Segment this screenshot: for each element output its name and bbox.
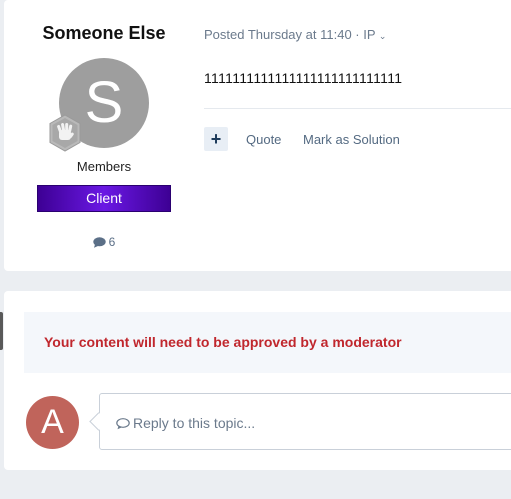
current-user-avatar[interactable]: A <box>26 396 79 449</box>
author-name[interactable]: Someone Else <box>4 23 204 44</box>
reply-placeholder-text: Reply to this topic... <box>133 415 256 431</box>
post-content: 1111111111111111111111111111 <box>204 70 403 86</box>
chevron-down-icon: ⌄ <box>378 31 387 41</box>
post-divider <box>204 108 511 109</box>
comment-outline-icon <box>116 418 130 430</box>
quote-button[interactable]: Quote <box>246 132 281 147</box>
post-meta[interactable]: Posted Thursday at 11:40 · IP ⌄ <box>204 27 386 42</box>
post-count[interactable]: 6 <box>4 235 204 249</box>
post-count-value: 6 <box>108 235 116 249</box>
comment-icon <box>92 237 106 248</box>
post-card: Someone Else S Members Client 6 Posted T… <box>4 0 511 271</box>
multiquote-button[interactable]: + <box>204 127 228 151</box>
side-feedback-tab[interactable] <box>0 312 3 350</box>
moderation-notice: Your content will need to be approved by… <box>24 312 511 373</box>
member-group: Members <box>76 159 132 174</box>
reply-placeholder[interactable]: Reply to this topic... <box>116 415 255 431</box>
rank-badge-icon <box>49 114 81 152</box>
client-badge: Client <box>37 185 171 212</box>
post-meta-text: Posted Thursday at 11:40 · IP <box>204 27 376 42</box>
reply-card: Your content will need to be approved by… <box>4 291 511 470</box>
mark-solution-button[interactable]: Mark as Solution <box>303 132 400 147</box>
